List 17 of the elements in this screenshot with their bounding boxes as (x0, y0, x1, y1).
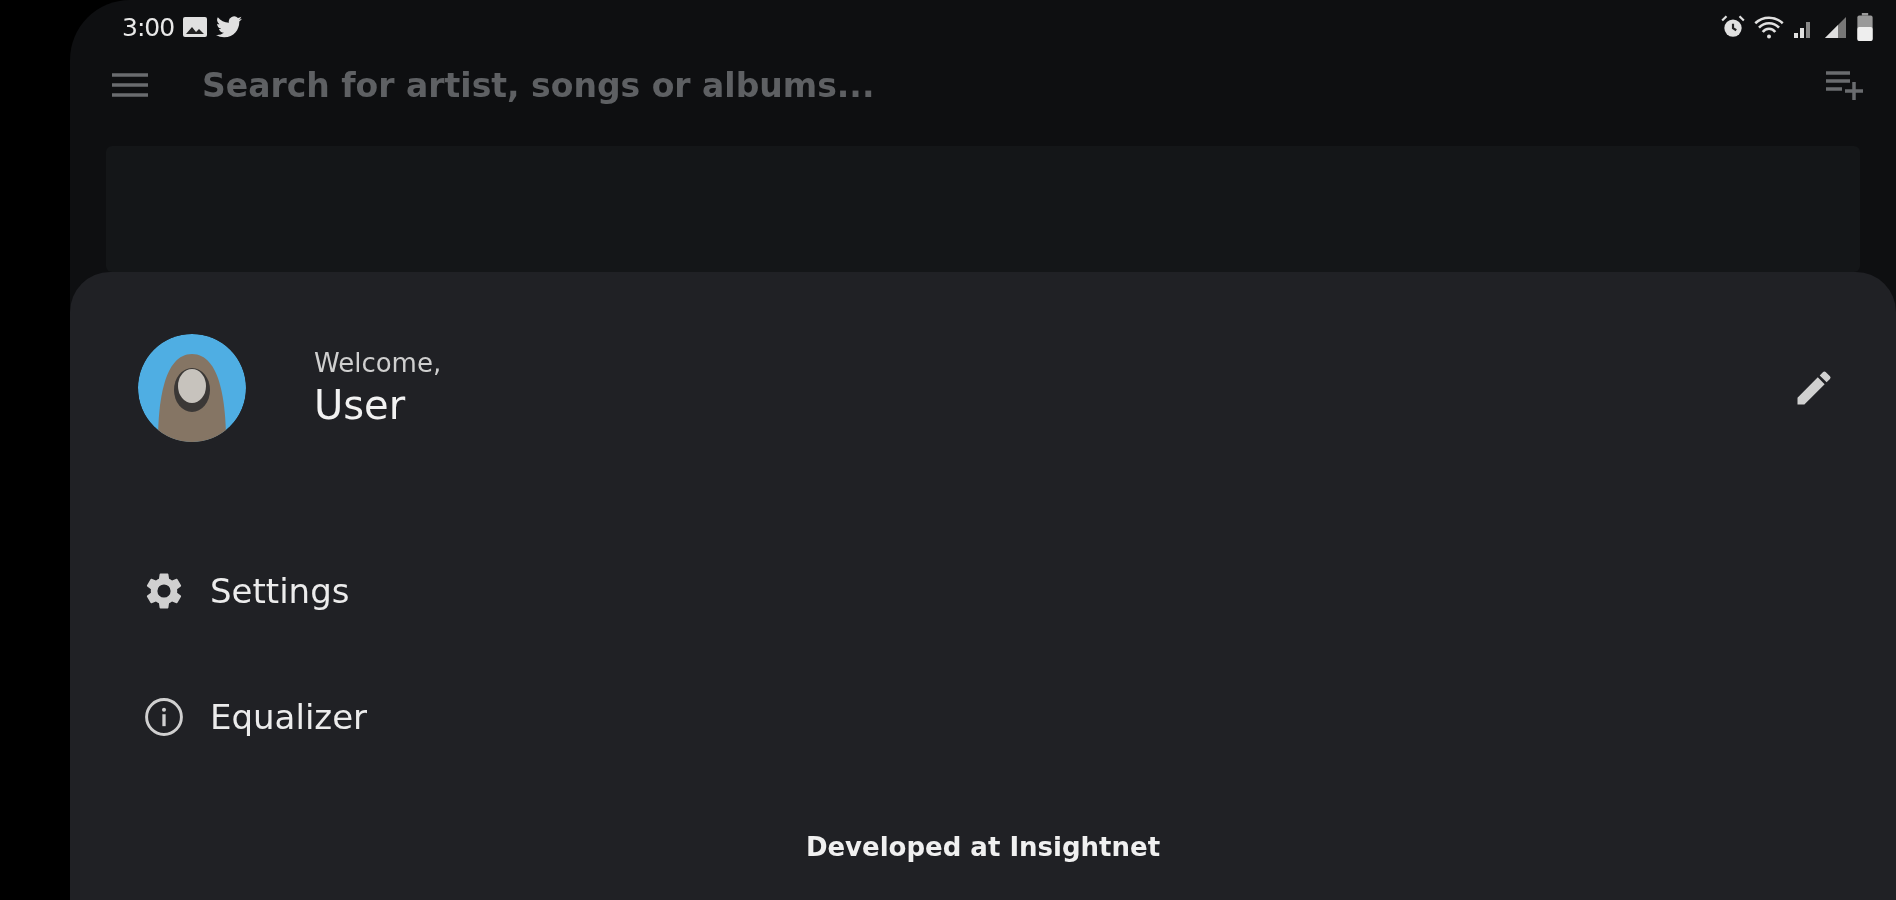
wifi-icon (1754, 14, 1784, 40)
menu-button[interactable] (110, 70, 150, 100)
status-time: 3:00 (122, 12, 175, 42)
add-to-playlist-button[interactable] (1824, 68, 1866, 102)
bird-icon (216, 16, 243, 38)
battery-icon (1856, 13, 1874, 41)
menu-item[interactable]: Equalizer (142, 654, 1896, 780)
welcome-text: Welcome, (314, 348, 443, 378)
user-name: User (314, 382, 407, 428)
menu-item[interactable]: Settings (142, 528, 1896, 654)
info-icon (142, 695, 186, 739)
avatar-icon (138, 334, 246, 442)
signal-icon (1824, 15, 1848, 39)
image-icon (182, 16, 209, 38)
search-field[interactable]: Search for artist, songs or albums... (200, 64, 1774, 106)
alarm-icon (1720, 14, 1746, 40)
developer-credit: Developed at Insightnet (805, 832, 1161, 862)
